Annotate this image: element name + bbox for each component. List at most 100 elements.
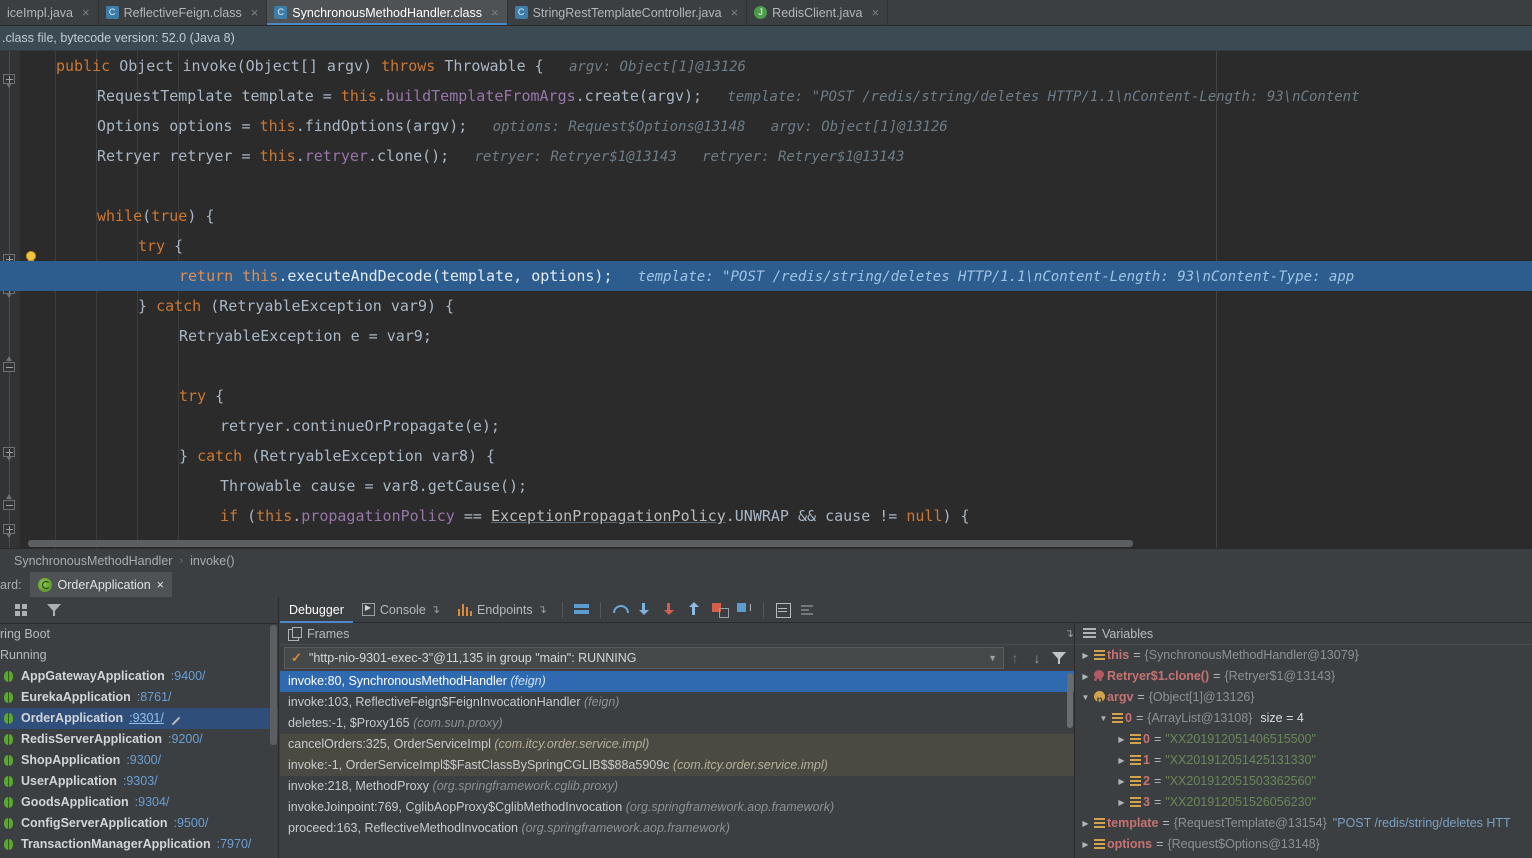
- service-port-link[interactable]: :9500/: [174, 813, 209, 834]
- service-port-link[interactable]: :9400/: [171, 666, 206, 687]
- drop-frame-icon[interactable]: [711, 601, 729, 618]
- code-line[interactable]: } catch (RetryableException var9) {: [0, 291, 1532, 321]
- frame-row[interactable]: cancelOrders:325, OrderServiceImpl (com.…: [280, 734, 1074, 755]
- services-scrollbar[interactable]: [270, 625, 277, 745]
- variable-row[interactable]: ▶ 3 = "XX201912051526056230": [1075, 792, 1531, 813]
- code-line[interactable]: RetryableException e = var9;: [0, 321, 1532, 351]
- step-over-icon[interactable]: [611, 601, 629, 618]
- service-item-goodsapplication[interactable]: GoodsApplication:9304/: [0, 792, 278, 813]
- pin-icon[interactable]: ↴: [1065, 627, 1074, 640]
- frame-row[interactable]: deletes:-1, $Proxy165 (com.sun.proxy): [280, 713, 1074, 734]
- frame-row[interactable]: invoke:218, MethodProxy (org.springframe…: [280, 776, 1074, 797]
- code-line[interactable]: Throwable cause = var8.getCause();: [0, 471, 1532, 501]
- filter-icon[interactable]: [1048, 648, 1070, 668]
- chevron-right-icon[interactable]: ▶: [1079, 813, 1092, 834]
- code-line[interactable]: RequestTemplate template = this.buildTem…: [0, 81, 1532, 111]
- variables-tree[interactable]: ▶ this = {SynchronousMethodHandler@13079} ▶ R…: [1075, 645, 1531, 858]
- code-line[interactable]: if (this.propagationPolicy == ExceptionP…: [0, 501, 1532, 531]
- code-line[interactable]: Options options = this.findOptions(argv)…: [0, 111, 1532, 141]
- step-into-icon[interactable]: [636, 601, 653, 618]
- service-item-shopapplication[interactable]: ShopApplication:9300/: [0, 750, 278, 771]
- services-list[interactable]: ring Boot Running AppGatewayApplication:…: [0, 624, 278, 858]
- code-line[interactable]: Retryer retryer = this.retryer.clone(); …: [0, 141, 1532, 171]
- close-icon[interactable]: ×: [251, 5, 259, 20]
- filter-icon[interactable]: [46, 602, 62, 618]
- frame-row[interactable]: invoke:80, SynchronousMethodHandler (fei…: [280, 671, 1074, 692]
- variable-row[interactable]: ▼ 0 = {ArrayList@13108} size = 4: [1075, 708, 1531, 729]
- code-line[interactable]: public Object invoke(Object[] argv) thro…: [0, 51, 1532, 81]
- pin-icon[interactable]: ↴: [538, 603, 547, 616]
- variable-row[interactable]: ▶ options = {Request$Options@13148}: [1075, 834, 1531, 855]
- close-icon[interactable]: ×: [731, 5, 739, 20]
- group-by-icon[interactable]: [14, 602, 30, 618]
- code-line[interactable]: [0, 351, 1532, 381]
- code-editor[interactable]: public Object invoke(Object[] argv) thro…: [0, 51, 1532, 548]
- chevron-down-icon[interactable]: ▼: [988, 653, 997, 663]
- frame-down-button[interactable]: ↓: [1026, 650, 1048, 666]
- services-group-running[interactable]: Running: [0, 645, 278, 666]
- frame-row[interactable]: invokeJoinpoint:769, CglibAopProxy$Cglib…: [280, 797, 1074, 818]
- close-icon[interactable]: ×: [491, 5, 499, 20]
- breadcrumb-method[interactable]: invoke(): [190, 554, 234, 568]
- variable-row[interactable]: ▶ 2 = "XX201912051503362560": [1075, 771, 1531, 792]
- variable-row[interactable]: ▶ 1 = "XX201912051425131330": [1075, 750, 1531, 771]
- variable-row[interactable]: ▶ this = {SynchronousMethodHandler@13079}: [1075, 645, 1531, 666]
- restore-layout-icon[interactable]: [573, 601, 590, 618]
- run-to-cursor-icon[interactable]: [736, 601, 753, 618]
- chevron-down-icon[interactable]: ▼: [1097, 708, 1110, 729]
- chevron-right-icon[interactable]: ▶: [1115, 750, 1128, 771]
- chevron-right-icon[interactable]: ▶: [1079, 645, 1092, 666]
- editor-tab-3[interactable]: StringRestTemplateController.java ×: [508, 0, 748, 25]
- frames-scrollbar[interactable]: [1067, 673, 1073, 728]
- service-port-link[interactable]: :9304/: [135, 792, 170, 813]
- breadcrumb-class[interactable]: SynchronousMethodHandler: [14, 554, 172, 568]
- variable-row[interactable]: ▼ argv={Object[1]@13126}: [1075, 687, 1531, 711]
- service-item-orderapplication[interactable]: OrderApplication:9301/: [0, 708, 278, 729]
- code-line[interactable]: } catch (RetryableException var8) {: [0, 441, 1532, 471]
- service-port-link[interactable]: :7970/: [217, 834, 252, 855]
- chevron-down-icon[interactable]: ▼: [1079, 687, 1092, 708]
- frame-up-button[interactable]: ↑: [1004, 650, 1026, 666]
- pin-icon[interactable]: ↴: [431, 603, 440, 616]
- evaluate-expression-icon[interactable]: [774, 601, 791, 618]
- variable-row[interactable]: ▶ 0 = "XX201912051406515500": [1075, 729, 1531, 750]
- variable-row[interactable]: ▶ template = {RequestTemplate@13154} "POST /…: [1075, 813, 1531, 834]
- service-port-link[interactable]: :9200/: [168, 729, 203, 750]
- chevron-right-icon[interactable]: ▶: [1079, 834, 1092, 855]
- service-item-userapplication[interactable]: UserApplication:9303/: [0, 771, 278, 792]
- variable-row[interactable]: ▶ Retryer$1.clone() = {Retryer$1@13143}: [1075, 666, 1531, 687]
- code-line[interactable]: try {: [0, 231, 1532, 261]
- frame-row[interactable]: invoke:-1, OrderServiceImpl$$FastClassBy…: [280, 755, 1074, 776]
- breadcrumb[interactable]: SynchronousMethodHandler › invoke(): [0, 548, 1532, 572]
- service-item-appgatewayapplication[interactable]: AppGatewayApplication:9400/: [0, 666, 278, 687]
- close-icon[interactable]: ×: [872, 5, 880, 20]
- editor-tab-0[interactable]: iceImpl.java ×: [0, 0, 99, 25]
- code-line[interactable]: [0, 171, 1532, 201]
- chevron-right-icon[interactable]: ▶: [1115, 729, 1128, 750]
- chevron-right-icon[interactable]: ▶: [1115, 771, 1128, 792]
- services-group-spring-boot[interactable]: ring Boot: [0, 624, 278, 645]
- close-icon[interactable]: ×: [157, 578, 164, 592]
- code-line-current[interactable]: return this.executeAndDecode(template, o…: [0, 261, 1532, 291]
- service-port-link[interactable]: :9303/: [123, 771, 158, 792]
- service-port-link[interactable]: :9301/: [129, 708, 164, 729]
- debug-tab-debugger[interactable]: Debugger: [280, 597, 353, 623]
- service-port-link[interactable]: :8761/: [137, 687, 172, 708]
- chevron-right-icon[interactable]: ▶: [1079, 666, 1092, 687]
- frame-row[interactable]: invoke:103, ReflectiveFeign$FeignInvocat…: [280, 692, 1074, 713]
- service-port-link[interactable]: :9300/: [126, 750, 161, 771]
- layout-settings-icon[interactable]: [799, 601, 816, 618]
- editor-tab-2[interactable]: SynchronousMethodHandler.class ×: [267, 0, 508, 25]
- thread-dropdown[interactable]: ✓ "http-nio-9301-exec-3"@11,135 in group…: [284, 647, 1004, 669]
- editor-horizontal-scrollbar[interactable]: [28, 540, 1133, 547]
- editor-tab-1[interactable]: ReflectiveFeign.class ×: [99, 0, 268, 25]
- editor-tab-4[interactable]: RedisClient.java ×: [747, 0, 889, 25]
- frame-row[interactable]: proceed:163, ReflectiveMethodInvocation …: [280, 818, 1074, 839]
- run-tab-order-application[interactable]: OrderApplication ×: [29, 572, 172, 597]
- service-item-eurekaapplication[interactable]: EurekaApplication:8761/: [0, 687, 278, 708]
- step-out-icon[interactable]: [686, 601, 703, 618]
- frames-list[interactable]: invoke:80, SynchronousMethodHandler (fei…: [280, 671, 1074, 858]
- code-line[interactable]: retryer.continueOrPropagate(e);: [0, 411, 1532, 441]
- code-line[interactable]: while(true) {: [0, 201, 1532, 231]
- close-icon[interactable]: ×: [82, 5, 90, 20]
